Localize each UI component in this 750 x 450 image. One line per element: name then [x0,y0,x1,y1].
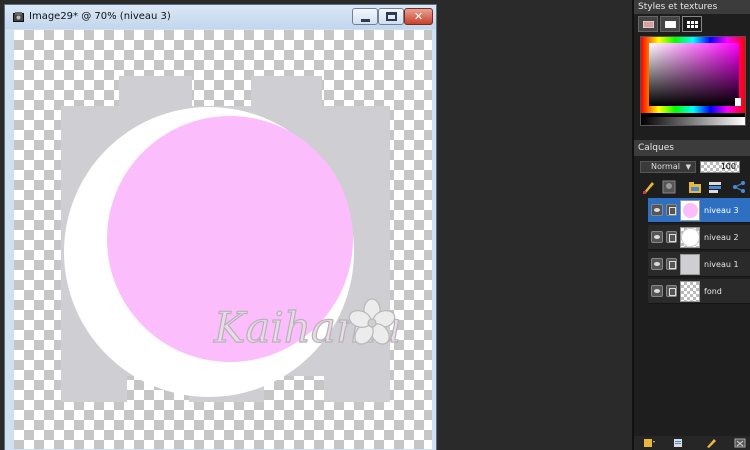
pattern-icon [687,21,698,28]
close-icon: ✕ [413,10,424,23]
close-button[interactable]: ✕ [404,8,433,25]
image-window[interactable]: Image29* @ 70% (niveau 3) ✕ Kaihania [4,4,437,450]
lock-icon[interactable] [666,204,677,216]
minimize-button[interactable] [352,8,378,25]
layer-thumbnail [680,254,700,275]
layer-row-niveau-1[interactable]: niveau 1 [648,252,750,277]
layer-thumbnail [680,200,700,221]
layer-name: niveau 2 [704,233,739,242]
tab-pattern[interactable] [682,16,702,32]
lock-icon[interactable] [666,231,677,243]
image-doc-icon [13,12,24,22]
maximize-button[interactable] [378,8,404,25]
right-dock: Styles et textures Calques Normal ▼ 100 … [632,0,750,450]
layer-properties-icon[interactable] [708,180,722,194]
pink-circle-thumb [683,203,698,218]
color-picker[interactable] [640,36,746,126]
white-circle-thumb [682,229,699,246]
eye-icon[interactable] [651,258,663,270]
layer-row-niveau-2[interactable]: niveau 2 [648,225,750,250]
tab-gradient[interactable] [660,16,680,32]
chevron-down-icon: ▼ [685,163,691,171]
adjustment-layer-icon[interactable] [706,438,718,448]
lock-icon[interactable] [666,285,677,297]
opacity-field[interactable]: 100 [700,161,740,173]
grey-scale-strip[interactable] [641,117,745,125]
layer-row-fond[interactable]: fond [648,279,750,304]
layer-row-niveau-3[interactable]: niveau 3 [648,198,750,223]
picker-marker[interactable] [735,98,743,106]
canvas-artwork: Kaihania [61,76,402,402]
styles-panel-header[interactable]: Styles et textures [634,0,750,14]
palette-icon [643,21,654,28]
styles-tabs [638,16,718,32]
layer-name: niveau 3 [704,206,739,215]
window-title: Image29* @ 70% (niveau 3) [29,11,171,22]
workspace: Image29* @ 70% (niveau 3) ✕ Kaihania [0,0,632,450]
eye-icon[interactable] [651,204,663,216]
window-titlebar[interactable]: Image29* @ 70% (niveau 3) ✕ [5,5,436,29]
delete-layer-icon[interactable] [734,438,746,448]
blend-mode-select[interactable]: Normal ▼ [640,161,696,173]
saturation-square[interactable] [649,43,739,106]
layer-thumbnail [680,281,700,302]
layers-bottom-toolbar [634,436,750,450]
new-raster-layer-icon[interactable] [644,438,656,448]
link-icon[interactable] [732,180,746,194]
brush-icon[interactable] [642,180,656,194]
layers-panel-header[interactable]: Calques [634,140,750,156]
image-canvas[interactable]: Kaihania [14,30,432,449]
minimize-icon [361,19,370,22]
new-group-icon[interactable] [688,180,702,194]
layers-toolbar [634,178,750,196]
tab-colors[interactable] [638,16,658,32]
lock-icon[interactable] [666,258,677,270]
layer-name: fond [704,287,722,296]
new-vector-layer-icon[interactable] [674,438,686,448]
eye-icon[interactable] [651,231,663,243]
eye-icon[interactable] [651,285,663,297]
mask-icon[interactable] [662,180,676,194]
layer-name: niveau 1 [704,260,739,269]
blend-mode-value: Normal [651,162,680,171]
layer-thumbnail [680,227,700,248]
maximize-icon [386,12,397,21]
gradient-icon [665,21,676,28]
